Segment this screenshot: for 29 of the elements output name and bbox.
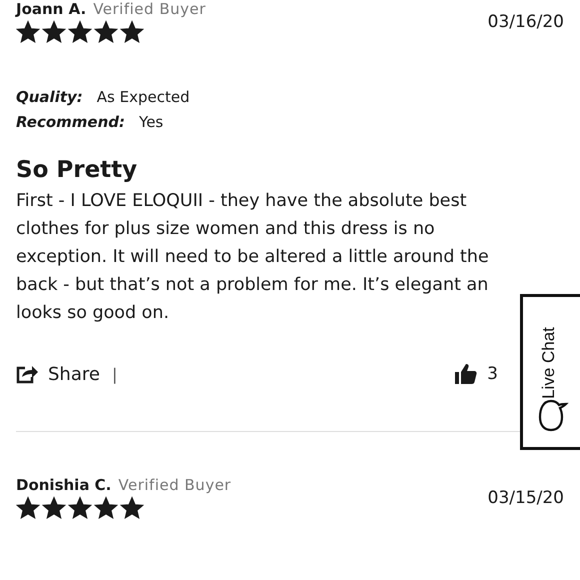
star-icon	[94, 20, 118, 44]
chat-bubble-icon	[537, 397, 569, 433]
verified-label: Verified Buyer	[118, 476, 232, 494]
share-button[interactable]: Share	[16, 364, 100, 384]
star-icon	[120, 496, 144, 520]
reviewer-name: Donishia C.	[16, 476, 112, 494]
star-icon	[94, 496, 118, 520]
separator: |	[112, 364, 118, 384]
reviewer-name: Joann A.	[16, 0, 86, 18]
share-icon	[16, 364, 38, 384]
review-date: 03/15/20	[488, 488, 564, 508]
attribute-value: Yes	[139, 113, 164, 131]
attribute-label: Quality:	[16, 88, 83, 106]
star-icon	[16, 496, 40, 520]
star-icon	[68, 496, 92, 520]
attribute-value: As Expected	[96, 88, 190, 106]
review-text: First - I LOVE ELOQUII - they have the absolute best clothes for plus size women and this dress is no exception. It will need to be altered a little around the back - but that’s not a problem for me. It’s elegant an looks so good on.	[16, 190, 490, 325]
star-icon	[42, 496, 66, 520]
verified-label: Verified Buyer	[93, 0, 206, 18]
star-icon	[42, 20, 66, 44]
review-title: So Pretty	[16, 157, 138, 183]
live-chat-tab[interactable]: Live Chat	[520, 294, 580, 450]
thumbs-up-icon	[455, 363, 478, 385]
review-date: 03/16/20	[488, 12, 564, 32]
attribute-label: Recommend:	[16, 113, 126, 131]
like-button[interactable]: 3	[455, 363, 498, 385]
star-icon	[68, 20, 92, 44]
star-icon	[120, 20, 144, 44]
star-icon	[16, 20, 40, 44]
